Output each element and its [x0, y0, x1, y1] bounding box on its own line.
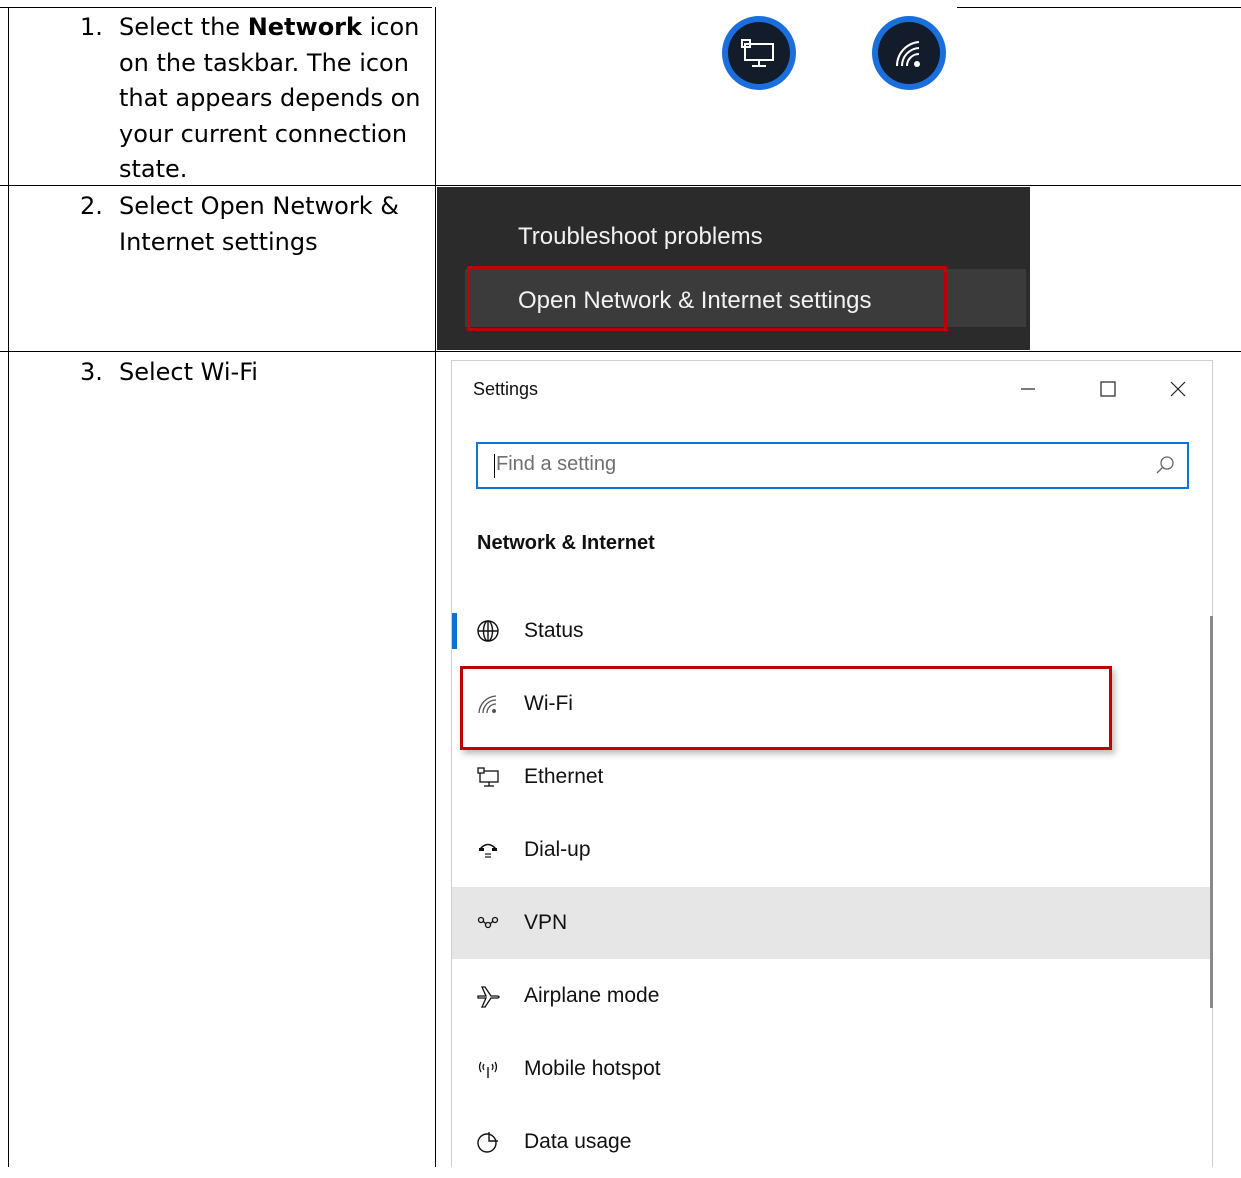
wifi-taskbar-icon[interactable]	[872, 16, 946, 90]
nav-label: Mobile hotspot	[524, 1057, 661, 1080]
search-icon	[1156, 456, 1174, 474]
nav-item-dialup[interactable]: Dial-up	[452, 814, 1210, 886]
airplane-icon	[477, 986, 500, 1008]
nav-label: Data usage	[524, 1130, 632, 1153]
ethernet-taskbar-icon[interactable]	[722, 16, 796, 90]
table-border-top-left	[0, 7, 432, 8]
maximize-button[interactable]	[1088, 371, 1128, 407]
network-context-menu: Troubleshoot problems Open Network & Int…	[437, 187, 1030, 350]
close-icon	[1170, 381, 1186, 397]
data-usage-icon	[477, 1132, 498, 1153]
hotspot-icon	[478, 1061, 498, 1078]
step-text: Select the Network icon on the taskbar. …	[119, 13, 421, 183]
nav-item-vpn[interactable]: VPN	[452, 887, 1210, 959]
vpn-icon	[477, 916, 499, 929]
nav-label: Status	[524, 619, 584, 642]
nav-item-data-usage[interactable]: Data usage	[452, 1106, 1210, 1178]
minimize-button[interactable]	[1008, 371, 1048, 407]
step-number: 1.	[80, 13, 103, 41]
close-button[interactable]	[1158, 371, 1198, 407]
step-text: Select Open Network & Internet settings	[119, 192, 399, 256]
nav-item-hotspot[interactable]: Mobile hotspot	[452, 1033, 1210, 1105]
settings-window: Settings Find a setting Network & Intern…	[451, 360, 1213, 1167]
step-number: 2.	[80, 192, 103, 220]
table-border-top-right	[957, 7, 1241, 8]
minimize-icon	[1021, 388, 1035, 390]
text-caret	[494, 454, 495, 478]
search-input[interactable]: Find a setting	[476, 442, 1189, 489]
ethernet-icon	[741, 39, 774, 67]
step-2-cell: 2. Select Open Network & Internet settin…	[0, 189, 432, 349]
dialup-icon	[479, 843, 497, 858]
nav-label: Airplane mode	[524, 984, 660, 1007]
globe-icon	[477, 620, 499, 642]
table-row-divider	[0, 351, 1241, 352]
nav-label: Dial-up	[524, 838, 591, 861]
step-text: Select Wi-Fi	[119, 358, 258, 386]
nav-label: Ethernet	[524, 765, 604, 788]
menu-item-troubleshoot[interactable]: Troubleshoot problems	[518, 223, 763, 251]
window-title: Settings	[473, 379, 539, 399]
maximize-icon	[1100, 381, 1116, 397]
nav-item-airplane[interactable]: Airplane mode	[452, 960, 1210, 1032]
scrollbar[interactable]	[1210, 616, 1213, 1008]
search-placeholder: Find a setting	[496, 453, 617, 475]
step-1-cell: 1. Select the Network icon on the taskba…	[0, 10, 432, 185]
nav-item-status[interactable]: Status	[452, 595, 1210, 667]
nav-item-ethernet[interactable]: Ethernet	[452, 741, 1210, 813]
highlight-box	[460, 666, 1112, 750]
table-column-divider	[435, 7, 436, 1167]
highlight-box	[467, 266, 947, 331]
step-number: 3.	[80, 358, 103, 386]
ethernet-icon	[477, 767, 499, 787]
wifi-icon	[895, 41, 920, 67]
section-title: Network & Internet	[477, 532, 655, 554]
step-3-cell: 3. Select Wi-Fi	[0, 355, 432, 415]
nav-label: VPN	[524, 911, 568, 934]
